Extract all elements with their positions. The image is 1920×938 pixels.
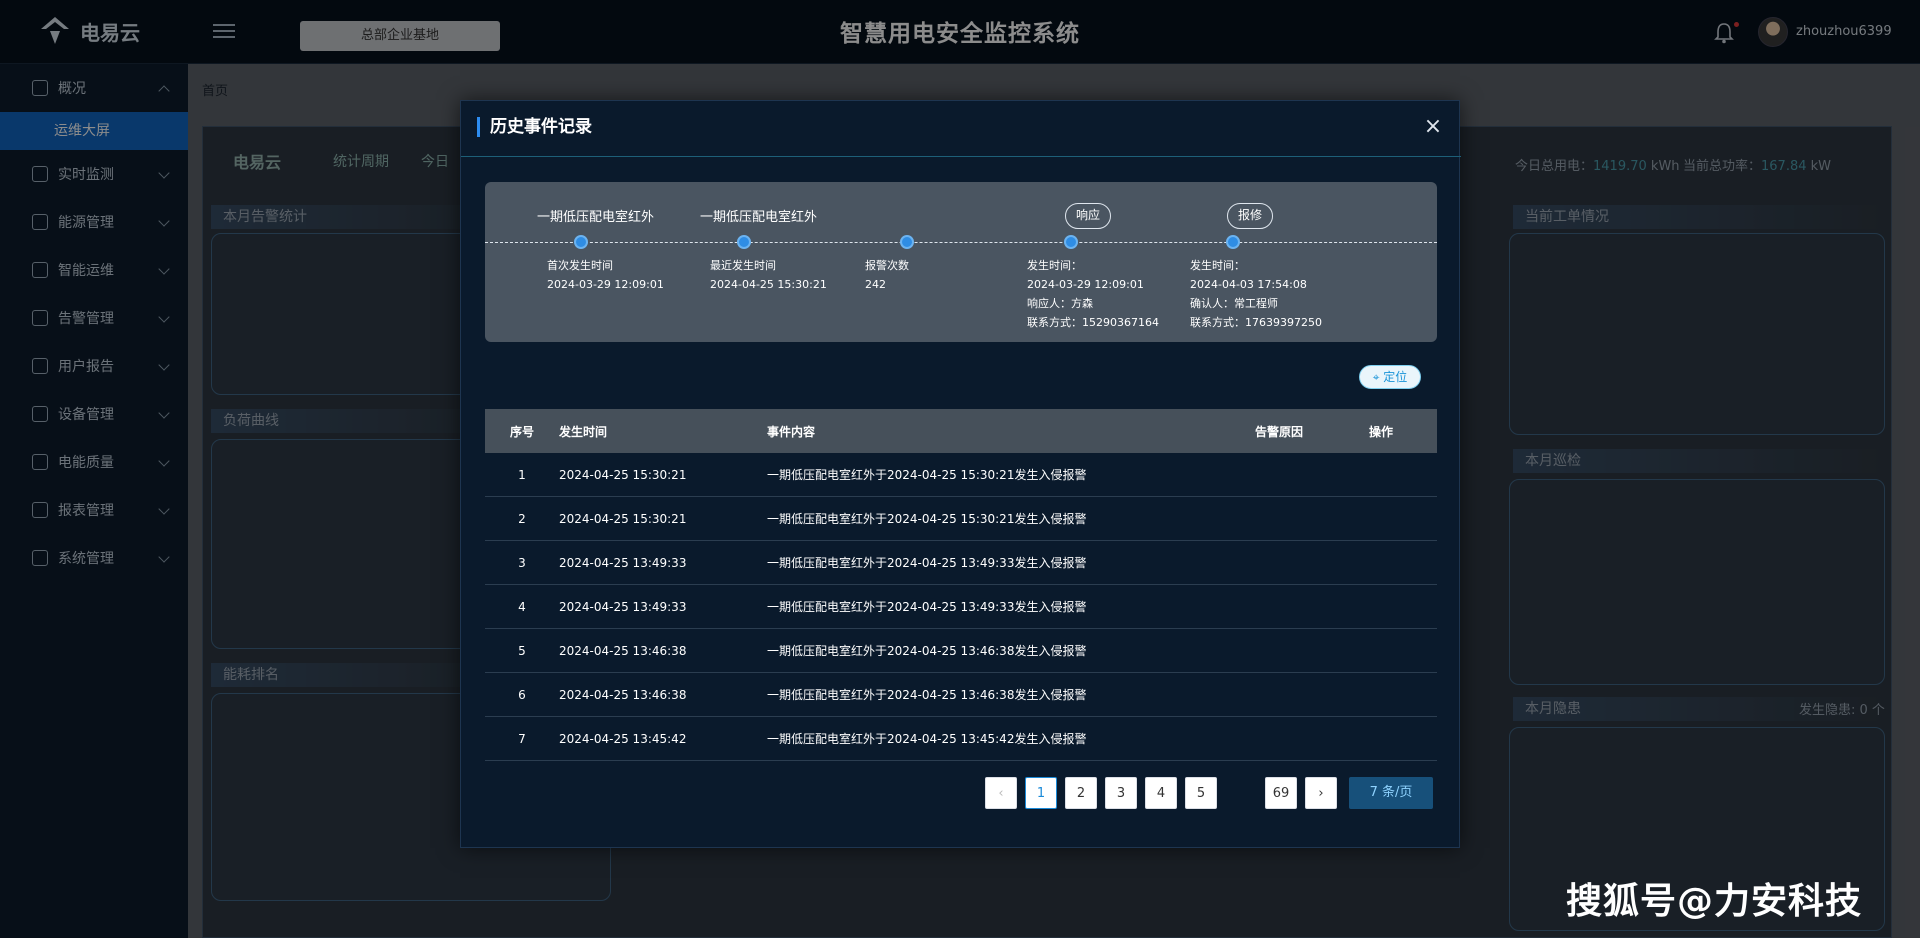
- page-button-last[interactable]: 69: [1265, 777, 1297, 809]
- timeline-latest-info: 最近发生时间 2024-04-25 15:30:21: [710, 259, 827, 291]
- timeline-first-title: 一期低压配电室红外: [537, 210, 655, 225]
- modal-title: 历史事件记录: [477, 117, 592, 137]
- pagination: ‹ 1 2 3 4 5 69 › 7 条/页: [985, 777, 1433, 809]
- timeline-count-info: 报警次数 242: [865, 259, 909, 291]
- page-size-select[interactable]: 7 条/页: [1349, 777, 1433, 809]
- table-header: 序号 发生时间 事件内容 告警原因 操作: [485, 409, 1437, 453]
- page-button[interactable]: 4: [1145, 777, 1177, 809]
- timeline-line: [485, 242, 1437, 243]
- page-button[interactable]: 2: [1065, 777, 1097, 809]
- location-pin-icon: ⌖: [1372, 370, 1380, 384]
- next-page-button[interactable]: ›: [1305, 777, 1337, 809]
- table-row[interactable]: 1 2024-04-25 15:30:21 一期低压配电室红外于2024-04-…: [485, 453, 1437, 497]
- timeline-repair-badge: 报修: [1227, 203, 1274, 229]
- header-cell: 操作: [1369, 424, 1394, 439]
- header-cell: 发生时间: [559, 424, 608, 439]
- timeline-response-badge: 响应: [1065, 203, 1112, 229]
- table-row[interactable]: 7 2024-04-25 13:45:42 一期低压配电室红外于2024-04-…: [485, 717, 1437, 761]
- timeline-dot: [1064, 235, 1078, 249]
- page-button[interactable]: 5: [1185, 777, 1217, 809]
- timeline-repair-info: 发生时间： 2024-04-03 17:54:08 确认人：常工程师 联系方式：…: [1190, 259, 1322, 329]
- page-button[interactable]: 1: [1025, 777, 1057, 809]
- timeline-response-info: 发生时间： 2024-03-29 12:09:01 响应人：方森 联系方式：15…: [1027, 259, 1159, 329]
- events-table: 序号 发生时间 事件内容 告警原因 操作 1 2024-04-25 15:30:…: [485, 409, 1437, 761]
- table-row[interactable]: 2 2024-04-25 15:30:21 一期低压配电室红外于2024-04-…: [485, 497, 1437, 541]
- header-cell: 事件内容: [767, 424, 816, 439]
- watermark: 搜狐号@力安科技: [1566, 881, 1863, 922]
- modal-header: 历史事件记录 ×: [461, 101, 1461, 157]
- close-icon[interactable]: ×: [1421, 115, 1445, 139]
- header-cell: 序号: [509, 424, 534, 439]
- event-timeline: 一期低压配电室红外 首次发生时间 2024-03-29 12:09:01 一期低…: [485, 182, 1437, 342]
- history-events-modal: 历史事件记录 × 一期低压配电室红外 首次发生时间 2024-03-29 12:…: [460, 100, 1461, 848]
- table-row[interactable]: 5 2024-04-25 13:46:38 一期低压配电室红外于2024-04-…: [485, 629, 1437, 673]
- timeline-dot: [900, 235, 914, 249]
- timeline-dot: [574, 235, 588, 249]
- timeline-dot: [1226, 235, 1240, 249]
- table-row[interactable]: 3 2024-04-25 13:49:33 一期低压配电室红外于2024-04-…: [485, 541, 1437, 585]
- prev-page-button[interactable]: ‹: [985, 777, 1017, 809]
- page-button[interactable]: 3: [1105, 777, 1137, 809]
- timeline-first-info: 首次发生时间 2024-03-29 12:09:01: [547, 259, 664, 291]
- page-ellipsis: [1225, 777, 1265, 809]
- table-row[interactable]: 6 2024-04-25 13:46:38 一期低压配电室红外于2024-04-…: [485, 673, 1437, 717]
- timeline-dot: [737, 235, 751, 249]
- timeline-latest-title: 一期低压配电室红外: [700, 210, 818, 225]
- locate-button[interactable]: ⌖ 定位: [1359, 365, 1421, 389]
- table-row[interactable]: 4 2024-04-25 13:49:33 一期低压配电室红外于2024-04-…: [485, 585, 1437, 629]
- header-cell: 告警原因: [1255, 424, 1304, 439]
